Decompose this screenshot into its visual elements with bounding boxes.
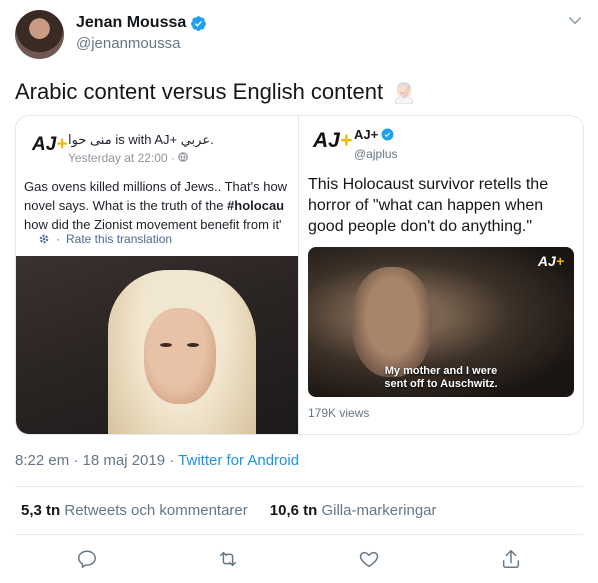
author-name[interactable]: Jenan Moussa xyxy=(76,13,207,33)
avatar[interactable] xyxy=(15,10,64,59)
tweet-meta: 8:22 em · 18 maj 2019 · Twitter for Andr… xyxy=(15,452,299,469)
tweet: Jenan Moussa @jenanmoussa Arabic content… xyxy=(0,0,598,583)
tweet-text: Arabic content versus English content xyxy=(15,78,417,106)
facebook-post-screenshot: AJ+ منى حوا is with AJ+ عربي. Yesterday … xyxy=(16,116,298,256)
quoted-tweet-text: This Holocaust survivor retells the horr… xyxy=(308,176,549,235)
quoted-author-handle[interactable]: @ajplus xyxy=(354,147,398,161)
share-icon[interactable] xyxy=(500,548,522,570)
author-name-text[interactable]: Jenan Moussa xyxy=(76,13,186,33)
woman-portrait-photo xyxy=(16,256,298,434)
tweet-text-content: Arabic content versus English content xyxy=(15,79,384,104)
left-image[interactable]: AJ+ منى حوا is with AJ+ عربي. Yesterday … xyxy=(15,115,298,435)
facepalm-emoji-icon xyxy=(395,81,414,104)
verified-icon xyxy=(381,128,394,141)
globe-icon xyxy=(178,152,189,162)
video-thumbnail[interactable]: AJ+ My mother and I were sent off to Aus… xyxy=(308,247,574,397)
like-icon[interactable] xyxy=(358,548,380,570)
quoted-author-name[interactable]: AJ+ xyxy=(354,127,394,142)
divider xyxy=(15,486,583,487)
video-views: 179K views xyxy=(308,406,370,420)
divider xyxy=(15,534,583,535)
retweet-icon[interactable] xyxy=(217,548,239,570)
tweet-timestamp[interactable]: 8:22 em · 18 maj 2019 · xyxy=(15,452,178,469)
reply-icon[interactable] xyxy=(76,548,98,570)
tweet-stats: 5,3 tn Retweets och kommentarer 10,6 tn … xyxy=(21,502,437,519)
fb-post-header: منى حوا is with AJ+ عربي. xyxy=(68,132,214,147)
rate-translation-link: · Rate this translation xyxy=(38,232,172,246)
ajplus-avatar[interactable]: AJ+ xyxy=(313,129,352,153)
quoted-tweet-card[interactable]: AJ+ AJ+ @ajplus This Holocaust survivor … xyxy=(298,115,584,435)
action-bar xyxy=(0,548,598,572)
gear-icon xyxy=(39,234,49,244)
video-aj-logo: AJ+ xyxy=(537,253,564,269)
retweets-stat[interactable]: 5,3 tn Retweets och kommentarer xyxy=(21,502,248,519)
verified-icon xyxy=(191,15,207,31)
fb-post-time: Yesterday at 22:00 · xyxy=(68,151,189,165)
aj-logo: AJ+ xyxy=(32,134,68,155)
tweet-source-link[interactable]: Twitter for Android xyxy=(178,452,299,469)
author-handle[interactable]: @jenanmoussa xyxy=(76,35,180,52)
chevron-down-icon[interactable] xyxy=(566,12,584,30)
video-caption: My mother and I were sent off to Auschwi… xyxy=(384,365,498,390)
fb-post-body: Gas ovens killed millions of Jews.. That… xyxy=(24,179,288,232)
likes-stat[interactable]: 10,6 tn Gilla-markeringar xyxy=(270,502,437,519)
